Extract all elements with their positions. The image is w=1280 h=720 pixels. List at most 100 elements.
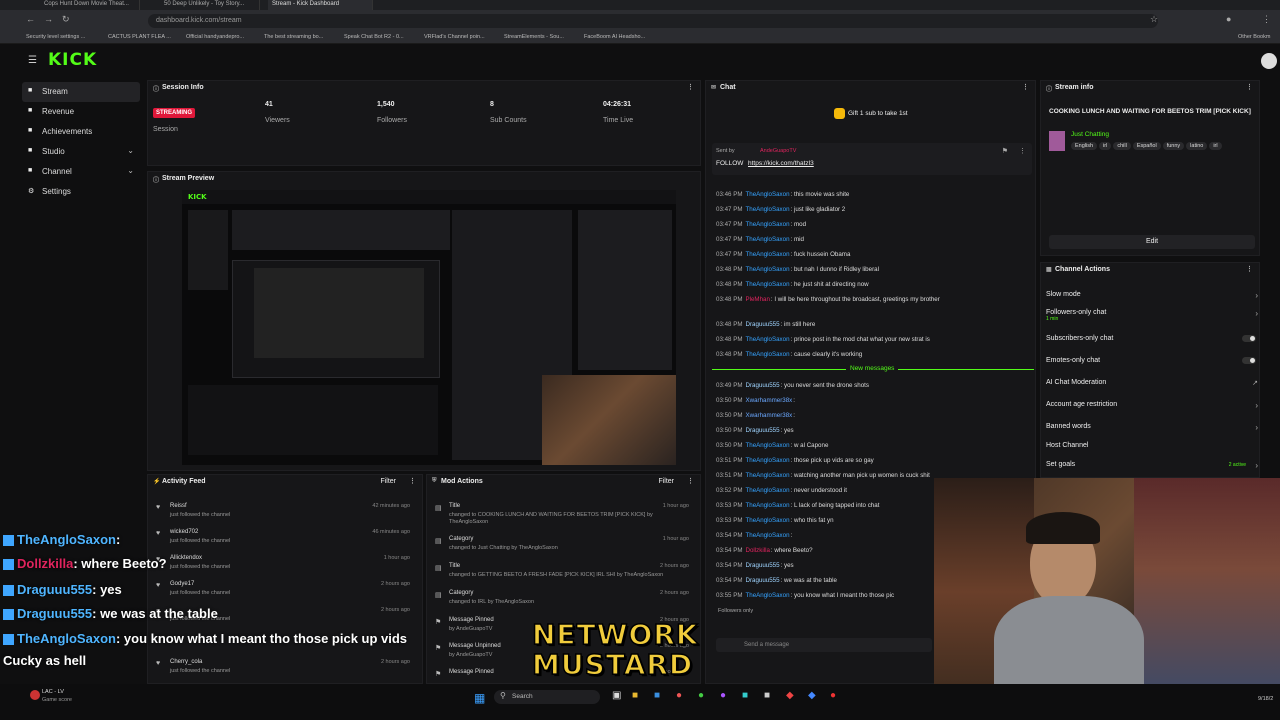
back-icon[interactable]: ← <box>26 14 35 24</box>
chat-username[interactable]: Xwarhammer38x <box>745 412 792 419</box>
app-icon[interactable]: ■ <box>764 690 770 701</box>
sidebar-item-achievements[interactable]: ■ Achievements <box>22 122 140 142</box>
chat-username[interactable]: Draguuu555 <box>745 321 779 328</box>
address-bar[interactable]: dashboard.kick.com/stream <box>148 14 1158 28</box>
browser-tab[interactable]: 50 Deep Unlikely - Toy Story... <box>160 0 260 10</box>
sidebar-item-stream[interactable]: ■ Stream <box>22 82 140 102</box>
chat-message[interactable]: 03:49 PM Draguuu555: you never sent the d… <box>716 382 869 389</box>
file-explorer-icon[interactable]: ■ <box>632 690 638 701</box>
toggle[interactable] <box>1242 357 1256 364</box>
more-icon[interactable]: ⋮ <box>1019 147 1026 155</box>
chat-message[interactable]: 03:51 PM TheAngloSaxon: those pick up vid… <box>716 457 874 464</box>
menu-icon[interactable]: ⋮ <box>1262 14 1271 25</box>
chat-message[interactable]: 03:48 PM Draguuu555: im still here <box>716 321 815 328</box>
action-account-age[interactable]: Account age restriction › <box>1046 401 1258 410</box>
chat-message[interactable]: 03:47 PM TheAngloSaxon: fuck hussein Obam… <box>716 251 850 258</box>
chat-username[interactable]: Xwarhammer38x <box>745 397 792 404</box>
sidebar-item-revenue[interactable]: ■ Revenue <box>22 102 140 122</box>
category-label[interactable]: Just Chatting <box>1071 131 1109 138</box>
chat-message[interactable]: 03:53 PM TheAngloSaxon: L lack of being t… <box>716 502 879 509</box>
action-banned-words[interactable]: Banned words › <box>1046 423 1258 432</box>
more-icon[interactable]: ⋮ <box>687 477 694 485</box>
chat-message[interactable]: 03:54 PM Draguuu555: yes <box>716 562 794 569</box>
pinned-link[interactable]: https://kick.com/thatzl3 <box>748 160 814 167</box>
browser-tab[interactable]: Cops Hunt Down Movie Theat... <box>40 0 140 10</box>
kick-logo[interactable]: KICK <box>48 50 97 70</box>
chat-username[interactable]: Draguuu555 <box>745 382 779 389</box>
bookmark[interactable]: Official handyandepro... <box>186 34 244 40</box>
chat-message[interactable]: 03:48 PM TheAngloSaxon: prince post in th… <box>716 336 930 343</box>
chat-username[interactable]: TheAngloSaxon <box>745 336 789 343</box>
chat-message[interactable]: 03:48 PM TheAngloSaxon: but nah I dunno i… <box>716 266 879 273</box>
stream-preview-video[interactable]: KICK <box>182 190 676 465</box>
app-icon[interactable]: ■ <box>654 690 660 701</box>
chat-username[interactable]: TheAngloSaxon <box>745 442 789 449</box>
chat-username[interactable]: PleMhan <box>745 296 769 303</box>
bookmark[interactable]: The best streaming bo... <box>264 34 323 40</box>
profile-icon[interactable]: ● <box>1226 14 1231 24</box>
chat-username[interactable]: TheAngloSaxon <box>745 457 789 464</box>
chat-username[interactable]: TheAngloSaxon <box>745 221 789 228</box>
sidebar-item-studio[interactable]: ■ Studio ⌄ <box>22 142 140 162</box>
more-icon[interactable]: ⋮ <box>1246 83 1253 91</box>
chat-username[interactable]: TheAngloSaxon <box>745 592 789 599</box>
windows-start-icon[interactable]: ▦ <box>474 691 485 705</box>
chat-message[interactable]: 03:48 PM TheAngloSaxon: he just shit at d… <box>716 281 869 288</box>
pin-icon[interactable]: ⚑ <box>1002 147 1008 155</box>
more-icon[interactable]: ⋮ <box>409 477 416 485</box>
app-icon[interactable]: ◆ <box>808 690 816 701</box>
chat-message[interactable]: 03:51 PM TheAngloSaxon: watching another … <box>716 472 930 479</box>
chat-message[interactable]: 03:47 PM TheAngloSaxon: just like gladiat… <box>716 206 845 213</box>
widget-text[interactable]: LAC - LV <box>42 689 64 695</box>
chat-message[interactable]: 03:50 PM Draguuu555: yes <box>716 427 794 434</box>
more-icon[interactable]: ⋮ <box>1246 265 1253 273</box>
chat-message[interactable]: 03:50 PM Xwarhammer38x: <box>716 397 795 404</box>
forward-icon[interactable]: → <box>44 14 53 24</box>
app-icon[interactable]: ● <box>830 690 836 701</box>
chat-message[interactable]: 03:47 PM TheAngloSaxon: mod <box>716 221 806 228</box>
reload-icon[interactable]: ↻ <box>62 14 70 25</box>
action-followers-only[interactable]: Followers-only chat 1 min › <box>1046 309 1258 322</box>
chat-message[interactable]: 03:48 PM PleMhan: I will be here througho… <box>716 296 940 303</box>
pinned-message[interactable]: Sent by AndeGuapoTV FOLLOW https://kick.… <box>712 143 1032 175</box>
action-set-goals[interactable]: Set goals 2 active › <box>1046 461 1258 470</box>
bookmark[interactable]: StreamElements - Sou... <box>504 34 564 40</box>
avatar[interactable] <box>1261 53 1277 69</box>
chat-username[interactable]: TheAngloSaxon <box>745 266 789 273</box>
chat-username[interactable]: TheAngloSaxon <box>745 517 789 524</box>
app-icon[interactable]: ■ <box>742 690 748 701</box>
edit-button[interactable]: Edit <box>1049 235 1255 249</box>
gift-sub-banner[interactable]: Gift 1 sub to take 1st <box>834 108 908 119</box>
chat-username[interactable]: TheAngloSaxon <box>745 502 789 509</box>
bookmark-star-icon[interactable]: ☆ <box>1150 14 1158 25</box>
bookmark[interactable]: FaceBoom AI Headsho... <box>584 34 645 40</box>
app-icon[interactable]: ● <box>676 690 682 701</box>
chat-username[interactable]: TheAngloSaxon <box>745 191 789 198</box>
chat-username[interactable]: Draguuu555 <box>745 577 779 584</box>
bookmark[interactable]: CACTUS PLANT FLEA ... <box>108 34 171 40</box>
action-host-channel[interactable]: Host Channel <box>1046 442 1258 449</box>
action-emotes-only[interactable]: Emotes-only chat <box>1046 357 1258 364</box>
browser-tab-active[interactable]: Stream - Kick Dashboard <box>268 0 373 10</box>
bookmark-folder[interactable]: Other Bookm <box>1238 34 1270 40</box>
chat-message[interactable]: 03:50 PM Xwarhammer38x: <box>716 412 795 419</box>
chat-username[interactable]: Draguuu555 <box>745 562 779 569</box>
chat-message[interactable]: 03:48 PM TheAngloSaxon: cause clearly it'… <box>716 351 862 358</box>
chat-message[interactable]: 03:50 PM TheAngloSaxon: w al Capone <box>716 442 828 449</box>
chat-username[interactable]: TheAngloSaxon <box>745 472 789 479</box>
chat-message[interactable]: 03:54 PM TheAngloSaxon: <box>716 532 792 539</box>
chat-message[interactable]: 03:53 PM TheAngloSaxon: who this fat yn <box>716 517 834 524</box>
chat-username[interactable]: TheAngloSaxon <box>745 206 789 213</box>
chat-username[interactable]: Draguuu555 <box>745 427 779 434</box>
toggle[interactable] <box>1242 335 1256 342</box>
more-icon[interactable]: ⋮ <box>687 83 694 91</box>
chat-message[interactable]: 03:52 PM TheAngloSaxon: never understood … <box>716 487 847 494</box>
clock[interactable]: 9/18/2 <box>1258 696 1273 702</box>
chat-message[interactable]: 03:55 PM TheAngloSaxon: you know what I m… <box>716 592 894 599</box>
more-icon[interactable]: ⋮ <box>1022 83 1029 91</box>
chat-username[interactable]: TheAngloSaxon <box>745 487 789 494</box>
filter-button[interactable]: Filter <box>380 478 396 485</box>
chat-input[interactable]: Send a message <box>716 638 932 652</box>
chat-message[interactable]: 03:54 PM Draguuu555: we was at the table <box>716 577 837 584</box>
bookmark[interactable]: VRFlad's Channel poin... <box>424 34 485 40</box>
